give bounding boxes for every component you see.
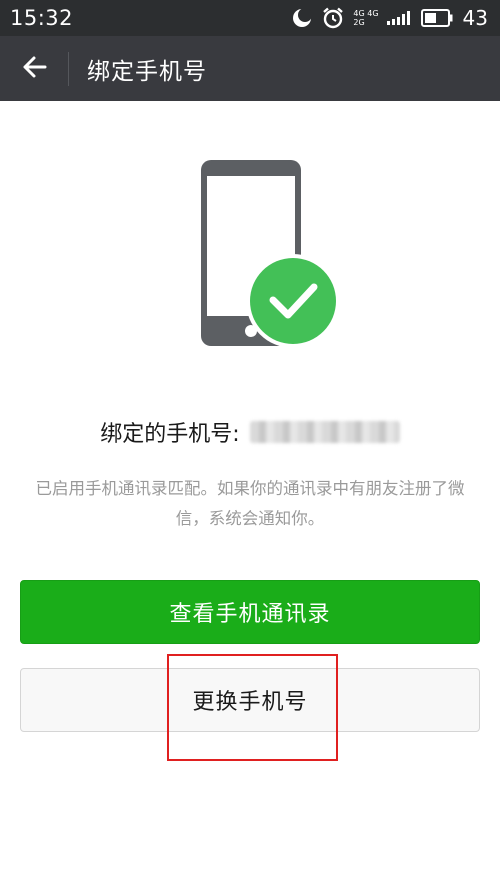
back-button[interactable] [0,36,68,101]
contact-match-description: 已启用手机通讯录匹配。如果你的通讯录中有朋友注册了微信，系统会通知你。 [35,479,465,528]
network-bottom-label: 2G [353,18,365,27]
page-title: 绑定手机号 [87,58,207,85]
status-time: 15:32 [10,6,74,30]
status-bar: 15:32 4G 4G 2G 43 [0,0,500,36]
network-badge: 4G 4G 2G [353,9,378,27]
signal-icon [386,11,413,25]
bound-number-value [249,421,400,443]
bound-number-label: 绑定的手机号: [100,422,240,447]
arrow-left-icon [21,54,47,84]
alarm-icon [321,6,345,30]
battery-level: 43 [462,6,488,30]
network-top-label: 4G 4G [353,9,379,18]
check-circle-icon [246,254,340,348]
change-number-button[interactable]: 更换手机号 [20,668,480,732]
moon-icon [291,7,313,29]
view-contacts-button[interactable]: 查看手机通讯录 [20,580,480,644]
phone-illustration [196,158,346,358]
battery-icon [420,9,453,27]
status-icons: 4G 4G 2G 43 [291,6,488,30]
nav-divider [68,51,69,86]
nav-bar: 绑定手机号 [0,36,500,101]
bound-number-row: 绑定的手机号: [0,412,500,452]
